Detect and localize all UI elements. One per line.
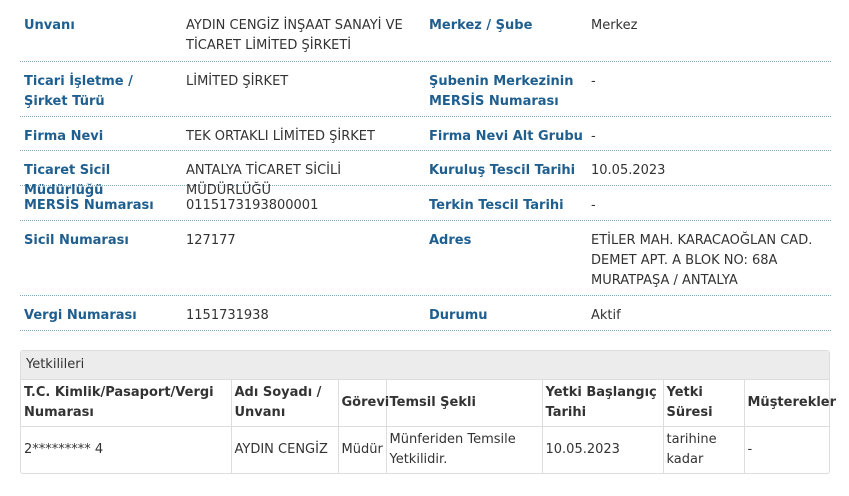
info-value: 1151731938 xyxy=(186,308,269,323)
column-header: T.C. Kimlik/Pasaport/Vergi Numarası xyxy=(21,380,232,427)
info-label: Merkez / Şube xyxy=(429,18,533,33)
info-value: - xyxy=(591,74,596,89)
info-row: Ticaret Sicil Müdürlüğü ANTALYA TİCARET … xyxy=(20,151,831,198)
address-value: ETİLER MAH. KARACAOĞLAN CAD. DEMET APT. … xyxy=(591,233,813,288)
column-header: Yetki Süresi xyxy=(662,380,745,427)
info-label: Terkin Tescil Tarihi xyxy=(429,198,564,213)
column-header: Temsil Şekli xyxy=(385,380,543,427)
info-row: MERSİS Numarası 0115173193800001 Terkin … xyxy=(20,186,831,221)
company-info-grid: Unvanı AYDIN CENGİZ İNŞAAT SANAYİ VE TİC… xyxy=(20,6,831,331)
table-cell: AYDIN CENGİZ xyxy=(230,426,339,473)
authorized-persons-table: T.C. Kimlik/Pasaport/Vergi Numarası Adı … xyxy=(21,380,836,473)
info-label: MERSİS Numarası xyxy=(24,198,154,213)
table-header-row: T.C. Kimlik/Pasaport/Vergi Numarası Adı … xyxy=(21,380,836,427)
table-cell: tarihine kadar xyxy=(662,426,745,473)
info-value: 10.05.2023 xyxy=(591,163,666,178)
info-label: Durumu xyxy=(429,308,488,323)
info-value: ANTALYA TİCARET SİCİLİ MÜDÜRLÜĞÜ xyxy=(186,163,342,198)
table-row: 2********* 4 AYDIN CENGİZ Müdür Münferid… xyxy=(21,426,830,473)
panel-title: Yetkilileri xyxy=(21,351,829,380)
info-row: Ticari İşletme / Şirket Türü LİMİTED ŞİR… xyxy=(20,62,831,117)
info-label: Şubenin Merkezinin MERSİS Numarası xyxy=(429,74,574,109)
column-header: Yetki Başlangıç Tarihi xyxy=(541,380,664,427)
info-label: Unvanı xyxy=(24,18,75,33)
info-label: Ticari İşletme / Şirket Türü xyxy=(24,74,133,109)
status-value: Aktif xyxy=(591,308,621,323)
info-row: Firma Nevi TEK ORTAKLI LİMİTED ŞİRKET Fi… xyxy=(20,117,831,151)
info-value: - xyxy=(591,129,596,144)
info-label: Sicil Numarası xyxy=(24,233,129,248)
authorized-persons-panel: Yetkilileri T.C. Kimlik/Pasaport/Vergi N… xyxy=(20,350,836,474)
column-header: Müşterekler xyxy=(743,380,836,427)
table-cell: 10.05.2023 xyxy=(541,426,664,473)
info-value: TEK ORTAKLI LİMİTED ŞİRKET xyxy=(186,129,375,144)
info-value: Merkez xyxy=(591,18,638,33)
info-label: Vergi Numarası xyxy=(24,308,137,323)
info-label: Firma Nevi xyxy=(24,129,104,144)
table-cell: Müdür xyxy=(337,426,387,473)
info-value: 127177 xyxy=(186,233,236,248)
info-value: 0115173193800001 xyxy=(186,198,319,213)
table-cell: Münferiden Temsile Yetkilidir. xyxy=(385,426,543,473)
table-cell: 2********* 4 xyxy=(21,426,232,473)
info-value: AYDIN CENGİZ İNŞAAT SANAYİ VE TİCARET Lİ… xyxy=(186,18,403,53)
info-label: Firma Nevi Alt Grubu xyxy=(429,129,583,144)
table-cell: - xyxy=(743,426,830,473)
column-header: Adı Soyadı / Unvanı xyxy=(230,380,339,427)
info-row: Vergi Numarası 1151731938 Durumu Aktif xyxy=(20,296,831,331)
info-value: LİMİTED ŞİRKET xyxy=(186,74,289,89)
info-label: Kuruluş Tescil Tarihi xyxy=(429,163,576,178)
info-label: Ticaret Sicil Müdürlüğü xyxy=(24,163,111,198)
info-row: Sicil Numarası 127177 Adres ETİLER MAH. … xyxy=(20,221,831,296)
column-header: Görevi xyxy=(337,380,389,427)
info-row: Unvanı AYDIN CENGİZ İNŞAAT SANAYİ VE TİC… xyxy=(20,6,831,62)
info-label: Adres xyxy=(429,233,472,248)
info-value: - xyxy=(591,198,596,213)
